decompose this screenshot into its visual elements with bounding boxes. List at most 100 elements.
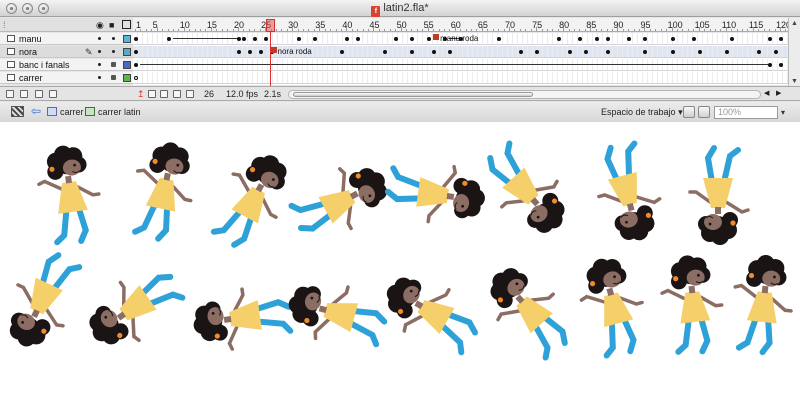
breadcrumb-scene[interactable]: carrer [60,102,84,122]
scroll-thumb[interactable] [293,92,533,97]
keyframe[interactable] [296,37,301,41]
visibility-dot[interactable] [98,50,101,53]
eye-icon[interactable]: ◉ [96,20,104,30]
keyframe[interactable] [518,50,523,54]
layer-name[interactable]: carrer [19,72,43,84]
keyframe[interactable] [236,50,241,54]
keyframe[interactable] [134,50,138,54]
keyframe[interactable] [697,50,702,54]
timeline-track[interactable] [133,72,788,84]
outline-color-swatch[interactable] [123,48,131,56]
layer-row[interactable]: manu [0,33,133,45]
outline-color-swatch[interactable] [123,74,131,82]
keyframe[interactable] [134,63,138,67]
keyframe[interactable] [778,37,783,41]
zoom-input[interactable]: 100% [714,106,778,119]
scroll-up-icon[interactable]: ▲ [791,20,798,27]
onion-outline-icon[interactable] [160,90,168,98]
workspace-dropdown[interactable]: Espacio de trabajo ▾ [601,106,685,119]
lock-dot[interactable] [112,50,115,53]
visibility-dot[interactable] [98,63,101,66]
timeline-track[interactable] [133,59,788,71]
keyframe[interactable] [345,37,350,41]
trash-icon[interactable] [49,90,57,98]
timeline-toggle-icon[interactable] [11,106,24,117]
keyframe[interactable] [426,37,431,41]
keyframe[interactable] [730,37,735,41]
keyframe[interactable] [605,50,610,54]
keyframe[interactable] [410,50,415,54]
edit-scene-icon[interactable] [683,106,695,118]
keyframe[interactable] [134,37,138,41]
back-arrow-icon[interactable]: ⇦ [31,105,41,118]
keyframe[interactable] [264,37,269,41]
keyframe[interactable] [643,37,648,41]
lock-dot[interactable] [112,37,115,40]
timeline-track[interactable]: nora roda [133,46,788,58]
keyframe[interactable] [556,37,561,41]
breadcrumb-symbol[interactable]: carrer latin [98,102,141,122]
layer-row[interactable]: banc i fanals [0,59,133,71]
onion-skin-icon[interactable] [148,90,156,98]
timeline-horizontal-scrollbar[interactable] [288,90,761,99]
keyframe[interactable] [605,37,610,41]
keyframe[interactable] [242,37,247,41]
keyframe[interactable] [567,50,572,54]
outline-color-swatch[interactable] [123,61,131,69]
keyframe[interactable] [768,37,773,41]
keyframe[interactable] [134,76,138,80]
delete-layer-icon[interactable] [35,90,43,98]
timeline-vertical-scrollbar[interactable]: ▲ ▼ [788,18,800,90]
keyframe[interactable] [768,63,773,67]
keyframe[interactable] [383,50,388,54]
layer-row[interactable]: carrer [0,72,133,84]
keyframe[interactable] [627,37,632,41]
keyframe[interactable] [497,37,502,41]
layer-name[interactable]: banc i fanals [19,59,70,71]
playhead[interactable] [266,19,275,32]
visibility-dot[interactable] [98,37,101,40]
keyframe[interactable] [724,50,729,54]
new-layer-icon[interactable] [6,90,14,98]
lock-icon[interactable] [111,75,116,80]
keyframe[interactable] [312,37,317,41]
scroll-right-icon[interactable]: ▶ [776,87,781,101]
outline-color-swatch[interactable] [123,35,131,43]
keyframe[interactable] [757,50,762,54]
visibility-dot[interactable] [98,76,101,79]
frame-ruler[interactable]: 1510152025303540455055606570758085909510… [133,18,788,32]
keyframe[interactable] [535,50,540,54]
keyframe[interactable] [339,50,344,54]
frame-rate[interactable]: 12.0 fps [226,87,258,101]
lock-icon[interactable]: ■ [109,20,114,30]
keyframe[interactable] [410,37,415,41]
keyframe[interactable] [670,37,675,41]
layer-row[interactable]: nora ✎ [0,46,133,58]
keyframe[interactable] [643,50,648,54]
scroll-down-icon[interactable]: ▼ [791,78,798,85]
lock-icon[interactable] [111,62,116,67]
timeline-frames[interactable]: manu roda nora roda [133,33,788,85]
edit-multiple-frames-icon[interactable] [173,90,181,98]
outline-icon[interactable] [122,20,131,29]
keyframe[interactable] [394,37,399,41]
keyframe[interactable] [670,50,675,54]
keyframe[interactable] [356,37,361,41]
zoom-dropdown-arrow[interactable]: ▾ [781,106,785,119]
keyframe[interactable] [432,50,437,54]
keyframe[interactable] [583,50,588,54]
onion-markers-icon[interactable] [186,90,194,98]
keyframe[interactable] [166,37,171,41]
keyframe[interactable] [258,50,263,54]
keyframe[interactable] [253,37,258,41]
stage[interactable] [0,122,800,400]
keyframe[interactable] [578,37,583,41]
timeline-track[interactable]: manu roda [133,33,788,45]
keyframe[interactable] [236,37,241,41]
layer-name[interactable]: manu [19,33,42,45]
keyframe[interactable] [448,50,453,54]
keyframe[interactable] [247,50,252,54]
keyframe[interactable] [773,50,778,54]
keyframe[interactable] [778,63,783,67]
keyframe[interactable] [594,37,599,41]
